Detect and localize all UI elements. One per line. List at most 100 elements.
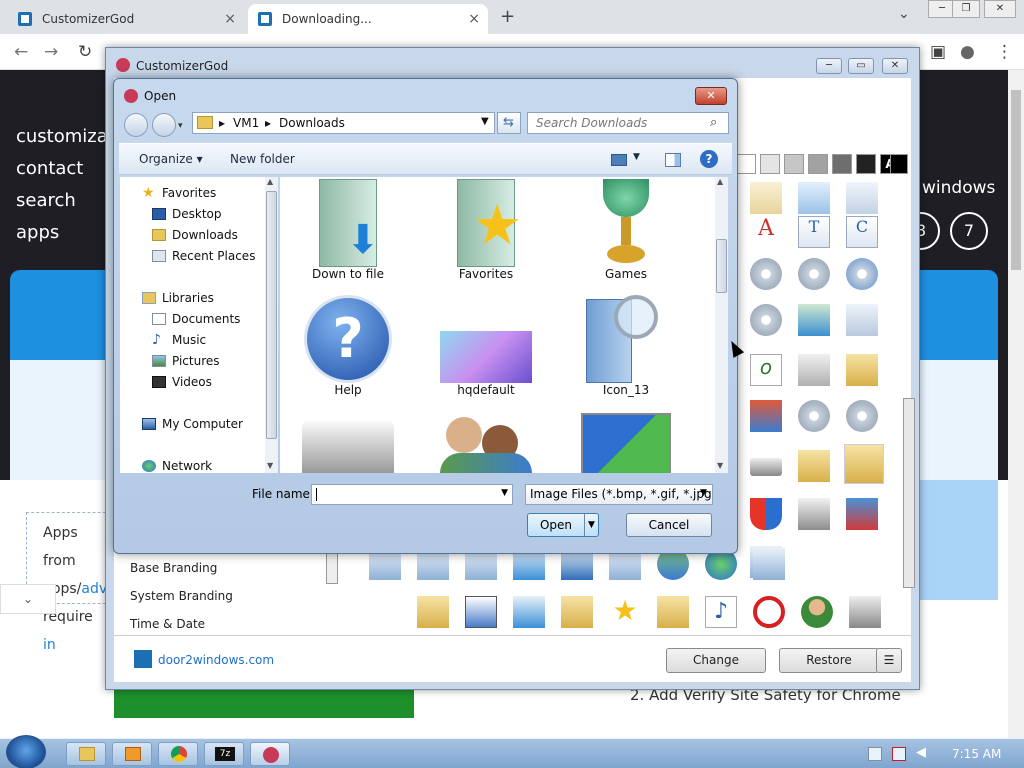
scroll-up-icon[interactable]: ▲ [267,177,273,186]
tab-close-icon[interactable]: × [468,11,480,27]
music-note-icon[interactable]: ♪ [705,596,737,628]
nav-item-libraries[interactable]: Libraries [162,291,214,305]
restore-button[interactable]: Restore [779,648,879,673]
file-item[interactable] [426,417,546,473]
monitor-icon[interactable] [753,548,785,580]
dvd-disc-icon[interactable] [750,258,782,290]
search-input[interactable]: Search Downloads [527,112,729,134]
cancel-button[interactable]: Cancel [626,513,712,537]
address-dropdown-icon[interactable]: ▼ [481,116,489,127]
folder-window-icon[interactable] [561,596,593,628]
navigation-scrollbar[interactable]: ▲ ▼ [265,177,278,473]
new-folder-button[interactable]: New folder [230,152,295,166]
truetype-font-icon[interactable]: T [798,216,830,248]
search-folder-icon[interactable] [657,596,689,628]
color-swatch[interactable] [808,154,828,174]
forward-arrow-icon[interactable]: → [44,42,58,62]
nav-link-customization[interactable]: customizat [16,126,115,147]
taskbar-explorer[interactable] [66,742,106,766]
file-type-select[interactable]: Image Files (*.bmp, *.gif, *.jpg, [525,484,713,505]
file-item[interactable]: Icon_13 [566,295,686,397]
color-swatch[interactable] [736,154,756,174]
download-folder-icon[interactable] [844,444,884,484]
back-arrow-icon[interactable]: ← [14,42,28,62]
collapse-chevron-icon[interactable]: ⌄ [0,584,56,614]
close-window-button[interactable]: ✕ [882,58,908,74]
file-item[interactable]: ⬇ Down to file [288,179,408,281]
nav-item-network[interactable]: Network [162,459,212,473]
font-icon[interactable]: A [750,216,782,248]
scrollbar-thumb[interactable] [1011,90,1021,270]
favorites-folder-icon[interactable] [417,596,449,628]
open-dropdown-icon[interactable]: ▼ [584,514,598,536]
unknown-disc-icon[interactable] [750,304,782,336]
scroll-up-icon[interactable]: ▲ [717,177,723,186]
nav-item-pictures[interactable]: Pictures [172,354,220,368]
organize-button[interactable]: Organize ▾ [139,152,203,166]
file-item[interactable] [288,421,408,473]
scrollbar-thumb[interactable] [903,398,915,588]
history-chevron-icon[interactable]: ▾ [178,121,183,131]
network-connect-icon[interactable] [750,400,782,432]
scroll-down-icon[interactable]: ▼ [267,461,273,470]
file-type-icon[interactable]: o [750,354,782,386]
dvd-r-icon[interactable] [798,400,830,432]
file-type-dropdown-icon[interactable]: ▼ [700,488,707,498]
file-list-scrollbar[interactable]: ▲ ▼ [715,177,728,473]
icon-grid-scrollbar[interactable] [902,78,916,603]
start-button[interactable] [6,735,46,768]
keyboard-icon[interactable] [750,458,782,476]
flag-icon[interactable] [750,182,782,214]
folder-icon[interactable] [798,450,830,482]
close-window-button[interactable]: ✕ [984,0,1016,18]
scroll-down-icon[interactable]: ▼ [717,461,723,470]
file-item[interactable] [566,413,686,473]
archive-icon[interactable] [798,354,830,386]
color-swatch[interactable] [856,154,876,174]
address-bar[interactable]: ▸ VM1 ▸ Downloads ▼ [192,112,495,134]
taskbar-customizergod[interactable] [250,742,290,766]
close-icon[interactable]: ✕ [695,87,727,105]
tab-customizergod[interactable]: CustomizerGod × [8,4,244,34]
hamburger-menu-button[interactable]: ☰ [876,648,902,673]
breadcrumb-downloads[interactable]: Downloads [279,116,345,130]
blocked-icon[interactable] [753,596,785,628]
back-button[interactable] [124,113,148,137]
new-tab-button[interactable]: + [500,6,515,27]
tab-search-icon[interactable]: ⌄ [898,6,910,22]
nav-item-downloads[interactable]: Downloads [172,228,238,242]
nav-item-my-computer[interactable]: My Computer [162,417,243,431]
nav-item-recent-places[interactable]: Recent Places [172,249,255,263]
music-disc-icon[interactable] [846,258,878,290]
tools-icon[interactable] [849,596,881,628]
page-scrollbar[interactable] [1008,70,1024,738]
nav-item-videos[interactable]: Videos [172,375,212,389]
star-icon[interactable]: ★ [609,596,641,628]
font-file-icon[interactable]: C [846,216,878,248]
change-view-icon[interactable] [611,154,627,166]
clock[interactable]: 7:15 AM [952,747,1001,761]
taskbar-chrome[interactable] [158,742,198,766]
tab-downloading[interactable]: Downloading... × [248,4,488,34]
forward-button[interactable] [152,113,176,137]
network-tray-icon[interactable] [868,747,882,761]
change-button[interactable]: Change [666,648,766,673]
refresh-icon[interactable]: ⇆ [497,112,521,134]
nav-item-desktop[interactable]: Desktop [172,207,222,221]
help-icon[interactable]: ? [700,150,718,168]
side-panel-icon[interactable]: ▣ [930,42,946,62]
search-icon[interactable]: ⌕ [710,115,717,130]
profile-avatar-icon[interactable]: ● [960,42,975,62]
info-link[interactable]: in [43,637,56,653]
color-swatch[interactable] [760,154,780,174]
info-link[interactable]: adv [81,581,107,597]
open-button[interactable]: Open ▼ [527,513,599,537]
documents-icon[interactable] [846,304,878,336]
screen-icon[interactable] [465,596,497,628]
network-icon[interactable] [798,304,830,336]
nav-item-favorites[interactable]: Favorites [162,186,216,200]
color-swatch[interactable] [784,154,804,174]
scrollbar-thumb[interactable] [266,191,277,439]
maximize-button[interactable]: ▭ [848,58,874,74]
file-item[interactable]: ? Help [288,295,408,397]
